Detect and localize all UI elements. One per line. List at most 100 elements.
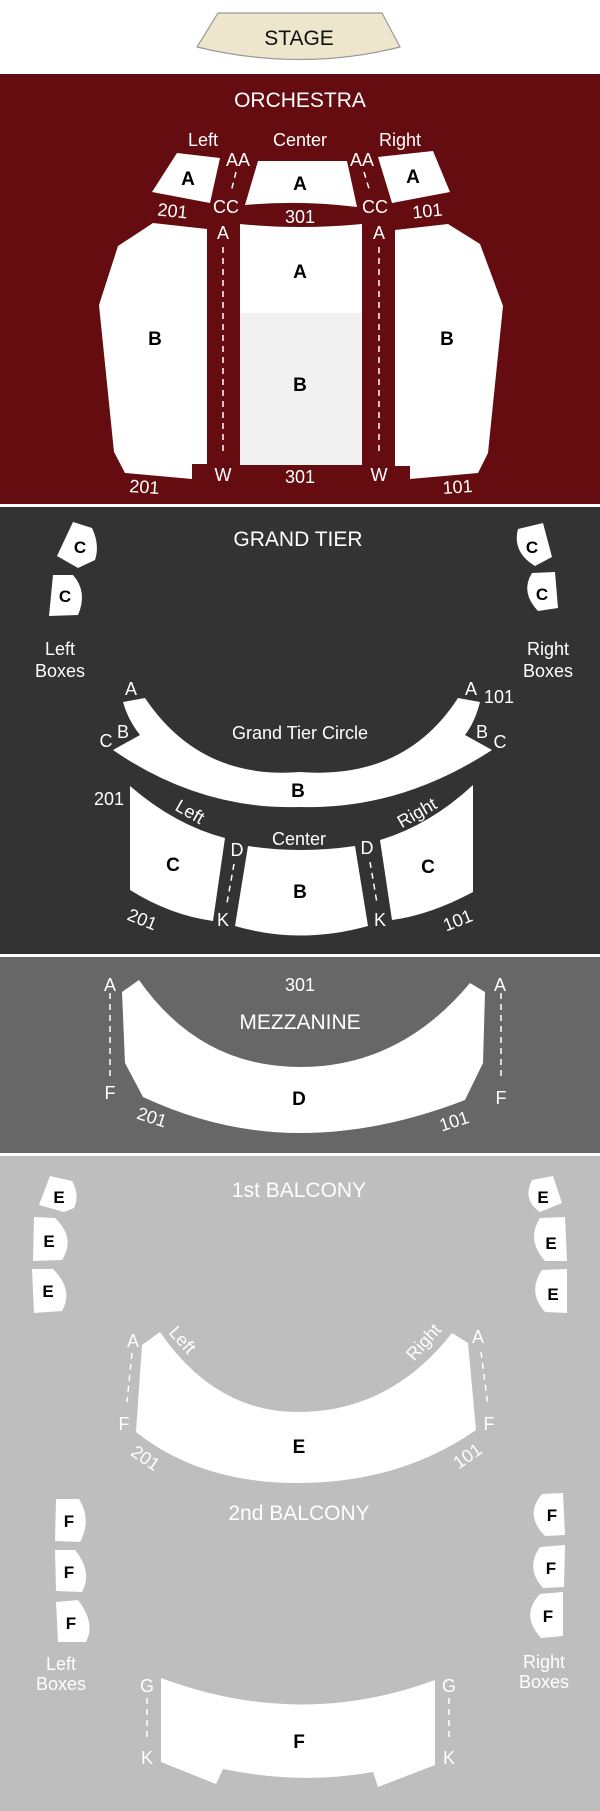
- seat-number-301: 301: [285, 975, 315, 995]
- seat-number-101-top: 101: [411, 200, 443, 223]
- seat-number-201-bottom: 201: [129, 476, 160, 498]
- grand-tier-circle-label: Grand Tier Circle: [232, 723, 368, 743]
- seat-number-101-circle: 101: [484, 687, 514, 707]
- section-label: C: [421, 857, 435, 878]
- section-label: B: [440, 329, 454, 350]
- section-label: A: [181, 169, 195, 190]
- row-label-a-left: A: [104, 975, 116, 995]
- grand-tier-center-label: Center: [272, 829, 326, 849]
- mezzanine-level: 301 D MEZZANINE A F A F 201 101: [0, 957, 600, 1153]
- seat-number-201-upper: 201: [94, 789, 124, 809]
- row-label-f-right: F: [484, 1414, 495, 1434]
- seat-number-201-top: 201: [157, 200, 189, 223]
- row-label-aa-right: AA: [350, 150, 374, 170]
- row-label-d-left: D: [231, 840, 244, 860]
- second-balcony-title: 2nd BALCONY: [228, 1502, 369, 1525]
- section-label: B: [293, 375, 307, 396]
- grand-tier-level: GRAND TIER C C Left Boxes C C Right Boxe…: [0, 507, 600, 954]
- box-label: C: [536, 585, 548, 604]
- seat-number-301-bottom: 301: [285, 467, 315, 487]
- right-boxes-label-line2: Boxes: [519, 1672, 569, 1692]
- mezzanine-title: MEZZANINE: [239, 1011, 360, 1034]
- box-label: F: [547, 1506, 557, 1525]
- row-label-d-right: D: [361, 838, 374, 858]
- stage-label: STAGE: [264, 27, 334, 50]
- grand-tier-title: GRAND TIER: [233, 528, 362, 551]
- section-label: D: [292, 1089, 306, 1110]
- box-label: F: [64, 1563, 74, 1582]
- box-label: C: [74, 538, 86, 557]
- row-label-c-right: C: [494, 732, 507, 752]
- row-label-a-left: A: [217, 223, 229, 243]
- seat-number-301-top: 301: [285, 207, 315, 227]
- box-label: F: [543, 1607, 553, 1626]
- orchestra-left-label: Left: [188, 130, 218, 150]
- left-boxes-label-line2: Boxes: [36, 1674, 86, 1694]
- row-label-a-left: A: [127, 1331, 139, 1351]
- box-label: E: [43, 1232, 54, 1251]
- section-label: A: [293, 262, 307, 283]
- seat-number-101-bottom: 101: [442, 476, 473, 498]
- section-orchestra-center-a[interactable]: A: [240, 224, 362, 313]
- row-label-k-left: K: [141, 1748, 153, 1768]
- row-label-aa-left: AA: [226, 150, 250, 170]
- orchestra-center-label: Center: [273, 130, 327, 150]
- row-label-w-right: W: [371, 465, 388, 485]
- second-balcony-left-box-1[interactable]: F: [55, 1499, 86, 1542]
- right-boxes-label-line1: Right: [523, 1652, 565, 1672]
- section-shape[interactable]: [99, 223, 207, 479]
- grand-tier-left-box-2[interactable]: C: [49, 575, 82, 616]
- section-orchestra-left-b[interactable]: B: [99, 223, 207, 479]
- row-label-c-left: C: [100, 731, 113, 751]
- section-label: B: [293, 882, 307, 903]
- section-orchestra-center-b[interactable]: B: [240, 313, 362, 465]
- row-label-w-left: W: [215, 465, 232, 485]
- orchestra-level: ORCHESTRA Left Center Right A A A AA CC …: [0, 74, 600, 504]
- row-label-a-right: A: [494, 975, 506, 995]
- section-label: F: [293, 1732, 305, 1753]
- row-label-cc-right: CC: [362, 197, 388, 217]
- row-label-cc-left: CC: [213, 197, 239, 217]
- row-label-a-right: A: [472, 1327, 484, 1347]
- row-label-f-left: F: [105, 1083, 116, 1103]
- box-label: F: [546, 1559, 556, 1578]
- right-boxes-label-line2: Boxes: [523, 661, 573, 681]
- row-label-f-right: F: [496, 1088, 507, 1108]
- stage: STAGE: [196, 12, 401, 61]
- row-label-k-left: K: [217, 910, 229, 930]
- row-label-a-left: A: [125, 679, 137, 699]
- right-boxes-label-line1: Right: [527, 639, 569, 659]
- box-label: E: [53, 1188, 64, 1207]
- orchestra-right-label: Right: [379, 130, 421, 150]
- row-label-g-right: G: [442, 1676, 456, 1696]
- section-label: A: [406, 167, 420, 188]
- section-label: B: [148, 329, 162, 350]
- first-balcony-title: 1st BALCONY: [232, 1179, 366, 1202]
- row-label-b-left: B: [117, 722, 129, 742]
- row-label-a-right: A: [373, 223, 385, 243]
- section-label: E: [293, 1437, 306, 1458]
- row-label-a-right: A: [465, 679, 477, 699]
- section-label: C: [166, 855, 180, 876]
- section-orchestra-center-a-front[interactable]: A: [245, 161, 357, 207]
- left-boxes-label-line1: Left: [45, 639, 75, 659]
- row-label-f-left: F: [119, 1414, 130, 1434]
- box-label: C: [526, 538, 538, 557]
- section-grand-tier-center-b[interactable]: B: [235, 846, 368, 936]
- box-label: C: [59, 587, 71, 606]
- row-label-k-right: K: [374, 910, 386, 930]
- box-label: E: [42, 1282, 53, 1301]
- left-boxes-label-line2: Boxes: [35, 661, 85, 681]
- orchestra-title: ORCHESTRA: [234, 89, 366, 112]
- box-label: E: [537, 1188, 548, 1207]
- left-boxes-label-line1: Left: [46, 1654, 76, 1674]
- box-label: F: [66, 1614, 76, 1633]
- section-label: B: [291, 781, 305, 802]
- box-label: E: [547, 1285, 558, 1304]
- seating-chart: STAGE ORCHESTRA Left Center Right A A A …: [0, 12, 600, 1811]
- row-label-k-right: K: [443, 1748, 455, 1768]
- row-label-g-left: G: [140, 1676, 154, 1696]
- row-label-b-right: B: [476, 722, 488, 742]
- box-label: F: [64, 1512, 74, 1531]
- box-label: E: [545, 1234, 556, 1253]
